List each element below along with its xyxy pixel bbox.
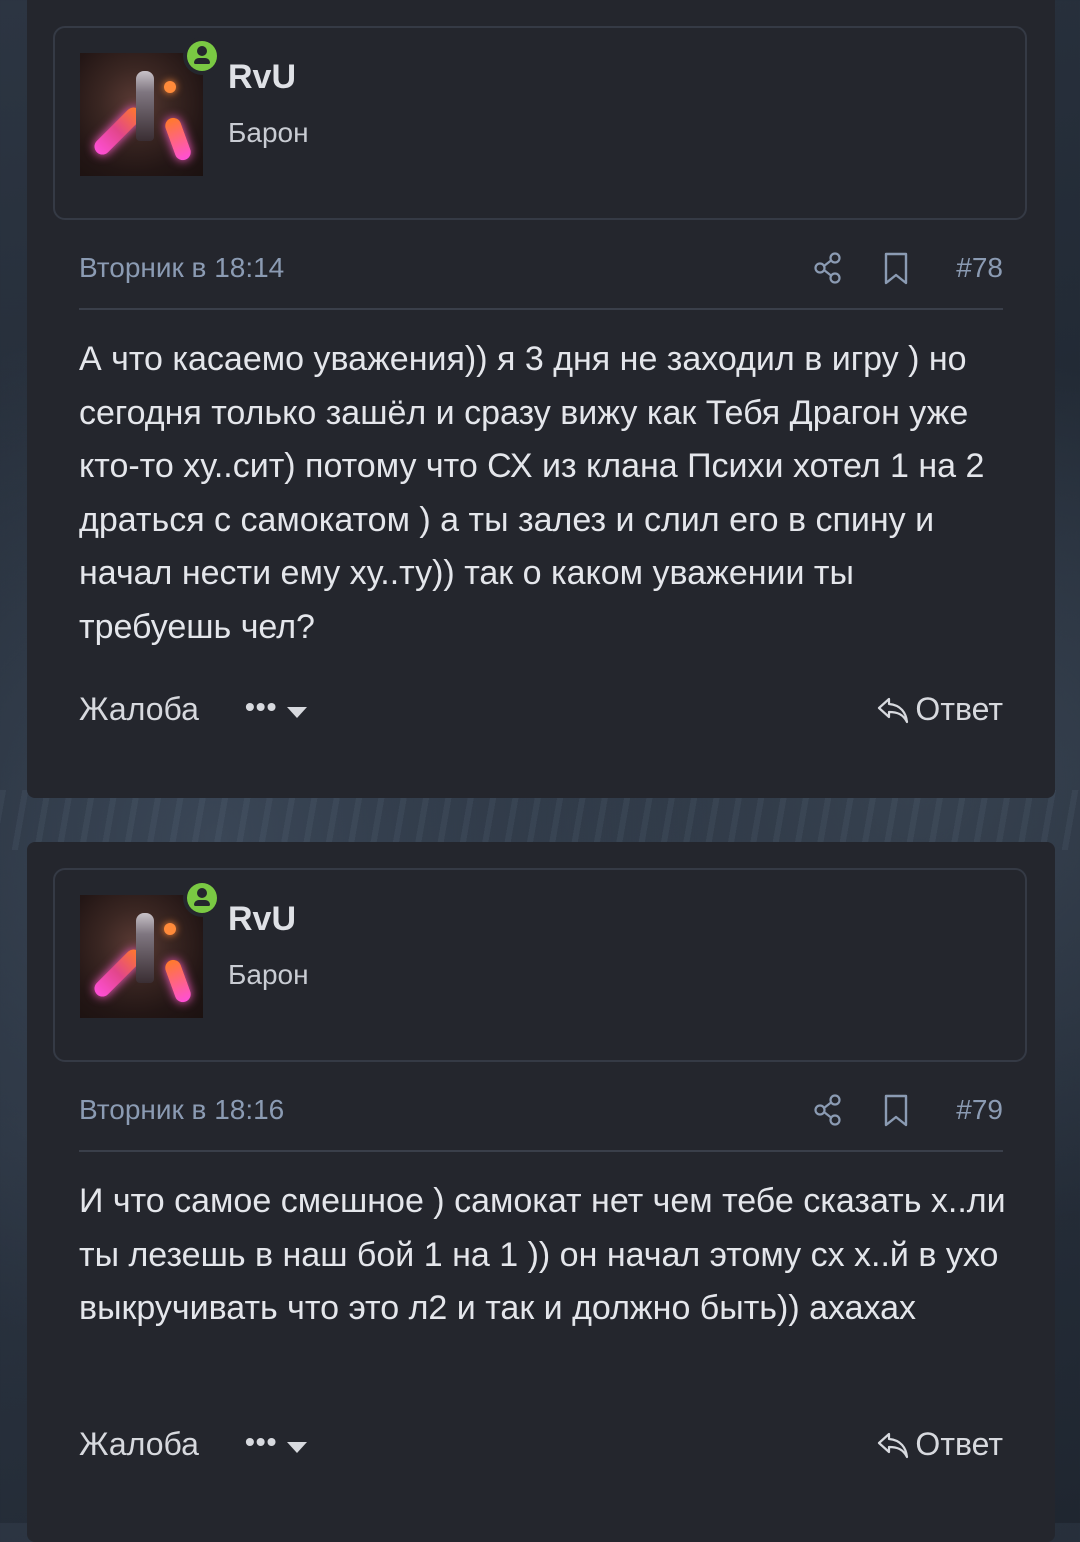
user-title: Барон (228, 959, 309, 990)
username[interactable]: RvU (228, 900, 296, 939)
reply-button[interactable]: Ответ (875, 691, 1003, 728)
post-actions: Жалоба ••• Ответ (79, 691, 1003, 735)
report-link[interactable]: Жалоба (79, 1426, 199, 1463)
online-user-icon (183, 879, 221, 917)
avatar-art (136, 913, 154, 983)
avatar-art (162, 115, 194, 163)
more-options-button[interactable]: ••• (245, 1426, 277, 1458)
user-title: Барон (228, 117, 309, 148)
post-content: А что касаемо уважения)) я 3 дня не захо… (79, 340, 985, 646)
chevron-down-icon[interactable] (287, 707, 307, 718)
post-meta: Вторник в 18:14 #78 (79, 252, 1003, 310)
post-number-link[interactable]: #78 (956, 252, 1003, 284)
username[interactable]: RvU (228, 58, 296, 97)
avatar[interactable] (80, 895, 203, 1018)
online-user-icon (183, 37, 221, 75)
forum-post: RvU Барон Вторник в 18:14 #78 А что каса… (27, 0, 1055, 798)
avatar[interactable] (80, 53, 203, 176)
chevron-down-icon[interactable] (287, 1442, 307, 1453)
post-content: И что самое смешное ) самокат нет чем те… (79, 1182, 1006, 1327)
bookmark-icon[interactable] (883, 1094, 909, 1128)
report-link[interactable]: Жалоба (79, 691, 199, 728)
share-icon[interactable] (813, 252, 843, 284)
forum-post: RvU Барон Вторник в 18:16 #79 И что само… (27, 842, 1055, 1542)
avatar-art (164, 923, 176, 935)
avatar-art (136, 71, 154, 141)
bookmark-icon[interactable] (883, 252, 909, 286)
reply-button[interactable]: Ответ (875, 1426, 1003, 1463)
reply-label: Ответ (915, 1426, 1003, 1462)
post-actions: Жалоба ••• Ответ (79, 1426, 1003, 1470)
more-options-button[interactable]: ••• (245, 691, 277, 723)
post-date[interactable]: Вторник в 18:16 (79, 1094, 284, 1126)
post-number-link[interactable]: #79 (956, 1094, 1003, 1126)
reply-arrow-icon (878, 697, 909, 723)
post-meta: Вторник в 18:16 #79 (79, 1094, 1003, 1152)
background-decoration (0, 790, 1080, 850)
avatar-art (162, 957, 194, 1005)
share-icon[interactable] (813, 1094, 843, 1126)
avatar-art (164, 81, 176, 93)
post-date[interactable]: Вторник в 18:14 (79, 252, 284, 284)
reply-label: Ответ (915, 691, 1003, 727)
reply-arrow-icon (878, 1432, 909, 1458)
